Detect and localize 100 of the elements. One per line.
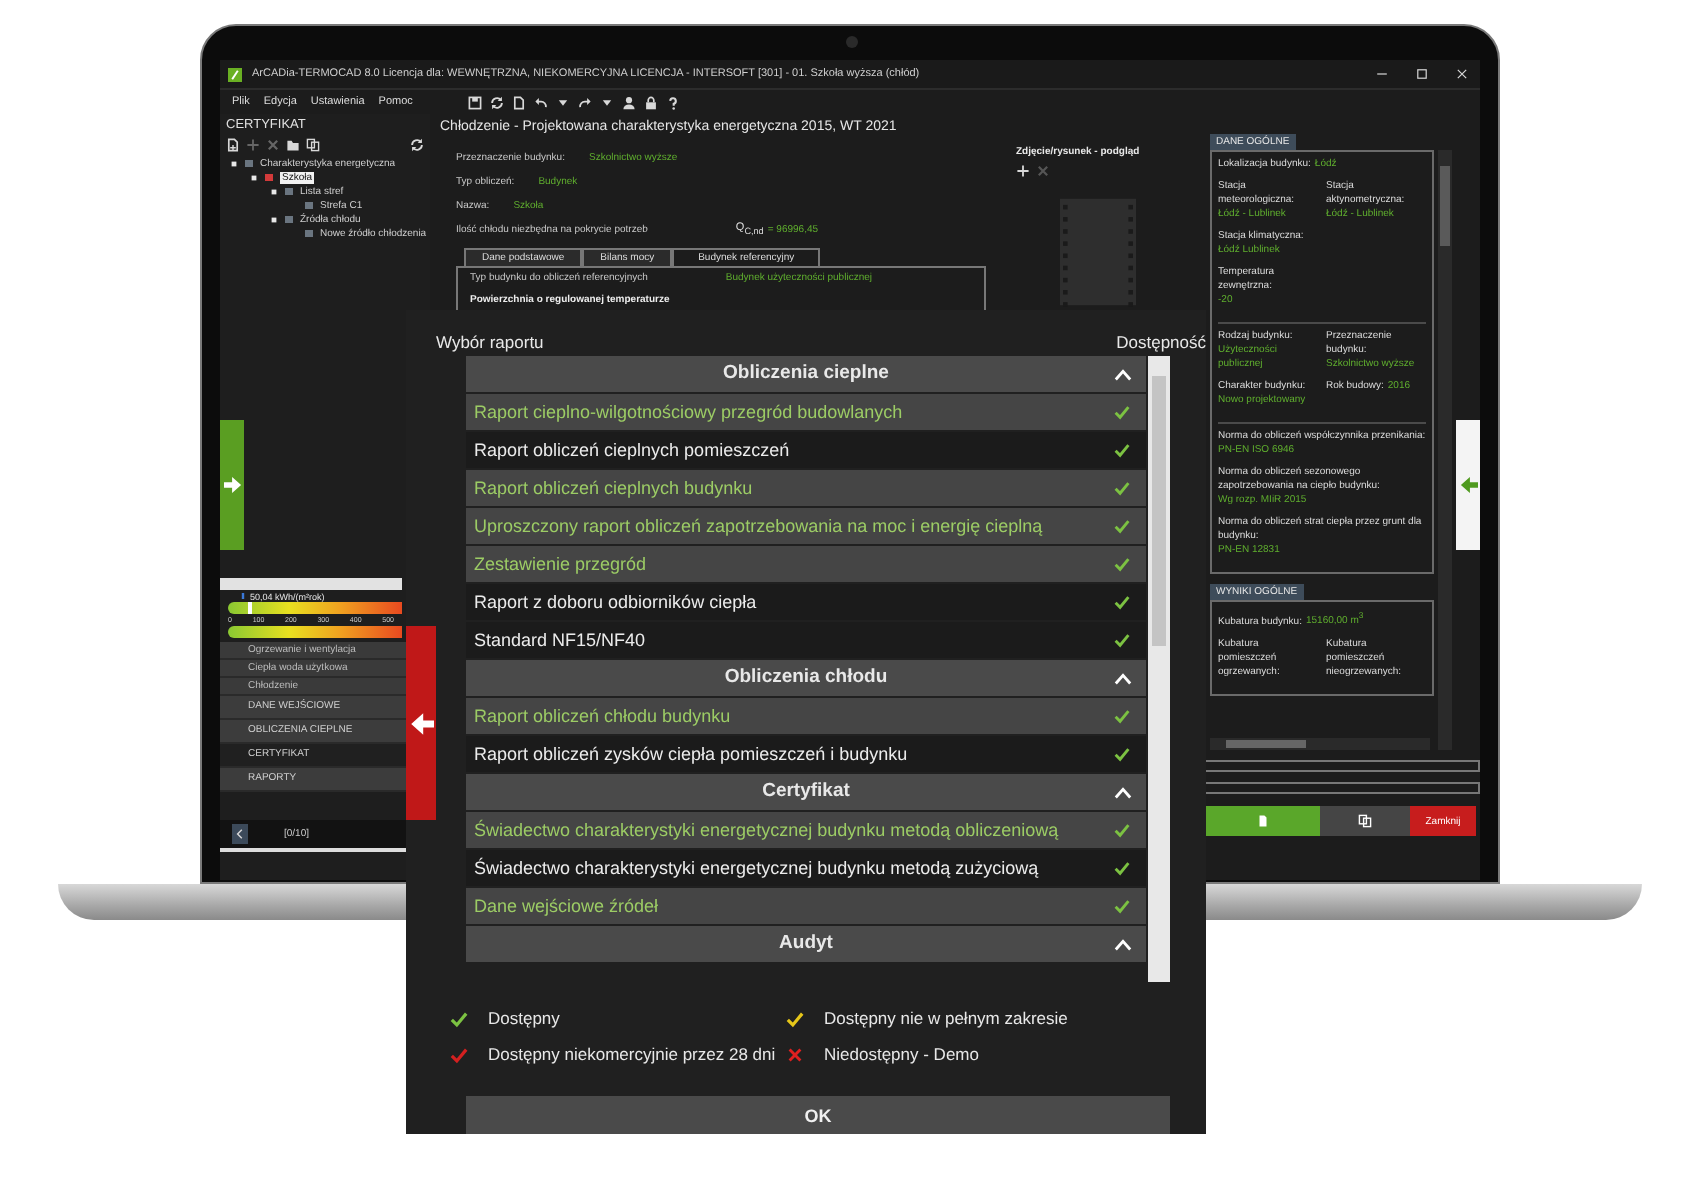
scrollbar-thumb[interactable] — [1440, 166, 1450, 246]
user-icon[interactable] — [622, 95, 636, 109]
chevron-icon[interactable] — [1114, 365, 1132, 384]
group-header[interactable]: Obliczenia cieplne — [466, 355, 1146, 392]
close-icon[interactable] — [1456, 68, 1468, 80]
report-name: Uproszczony raport obliczeń zapotrzebowania na moc i energię cieplną — [474, 515, 1043, 536]
node-icon — [304, 200, 314, 210]
legend-label: Dostępny nie w pełnym zakresie — [824, 1008, 1068, 1029]
refresh-icon[interactable] — [410, 138, 424, 152]
side-tab[interactable] — [406, 626, 436, 820]
export-button[interactable] — [1320, 806, 1410, 836]
chevron-icon[interactable] — [1114, 935, 1132, 954]
check-icon — [1114, 517, 1130, 534]
delete-icon[interactable] — [266, 138, 280, 152]
undo-icon[interactable] — [534, 95, 548, 109]
document-icon[interactable] — [512, 95, 526, 109]
tree-toggle[interactable] — [270, 187, 278, 195]
legend-label: Dostępny niekomercyjnie przez 28 dni — [488, 1044, 776, 1065]
report-row[interactable]: Dane wejściowe źródeł — [466, 887, 1146, 924]
save-icon[interactable] — [468, 95, 482, 109]
refresh-icon[interactable] — [490, 95, 504, 109]
check-icon — [1114, 821, 1130, 838]
check-icon — [1114, 593, 1130, 610]
node-icon — [284, 214, 294, 224]
group-header[interactable]: Audyt — [466, 925, 1146, 962]
report-name: Raport obliczeń zysków ciepła pomieszczeń i budynku — [474, 743, 908, 764]
report-row[interactable]: Standard NF15/NF40 — [466, 621, 1146, 658]
report-name: Raport obliczeń chłodu budynku — [474, 705, 731, 726]
tree-toggle[interactable] — [250, 173, 258, 181]
report-row[interactable]: Świadectwo charakterystyki energetycznej budynku metodą zużyciową — [466, 849, 1146, 886]
arrow-left-icon — [1459, 476, 1477, 494]
document-icon — [1256, 814, 1270, 828]
check-icon — [1114, 707, 1130, 724]
report-name: Świadectwo charakterystyki energetycznej budynku metodą obliczeniową — [474, 819, 1059, 840]
scrollbar-thumb[interactable] — [1152, 375, 1166, 646]
legend-label: Niedostępny - Demo — [824, 1044, 979, 1065]
group-header[interactable]: Obliczenia chłodu — [466, 659, 1146, 696]
ok-button[interactable]: OK — [466, 1096, 1170, 1134]
report-name: Raport z doboru odbiorników ciepła — [474, 591, 757, 612]
tree-toggle[interactable] — [230, 159, 238, 167]
previous-button[interactable] — [232, 824, 248, 844]
help-icon[interactable] — [666, 95, 680, 109]
check-icon — [1114, 479, 1130, 496]
group-title: Obliczenia chłodu — [724, 666, 888, 689]
node-icon — [244, 158, 254, 168]
column-header: Dostępność — [1116, 331, 1206, 352]
caret-icon[interactable] — [556, 95, 570, 109]
check-icon — [1114, 631, 1130, 648]
report-row[interactable]: Raport obliczeń cieplnych budynku — [466, 469, 1146, 506]
chevron-icon[interactable] — [1114, 783, 1132, 802]
report-name: Raport cieplno-wilgotnościowy przegród budowlanych — [474, 401, 903, 422]
group-title: Obliczenia cieplne — [723, 362, 889, 385]
scrollbar-thumb[interactable] — [1226, 740, 1306, 748]
arrow-right-icon — [223, 476, 241, 494]
node-icon — [304, 228, 314, 238]
tree-toggle[interactable] — [270, 215, 278, 223]
redo-icon[interactable] — [578, 95, 592, 109]
legend-label: Dostępny — [488, 1008, 560, 1029]
report-row[interactable]: Świadectwo charakterystyki energetycznej budynku metodą obliczeniową — [466, 811, 1146, 848]
caret-icon[interactable] — [600, 95, 614, 109]
check-icon — [1114, 403, 1130, 420]
document-icon — [1358, 814, 1372, 828]
marker-icon — [240, 590, 246, 602]
report-row[interactable]: Raport obliczeń zysków ciepła pomieszczeń i budynku — [466, 735, 1146, 772]
node-icon — [264, 172, 274, 182]
group-title: Audyt — [779, 932, 833, 955]
report-row[interactable]: Uproszczony raport obliczeń zapotrzebowania na moc i energię cieplną — [466, 507, 1146, 544]
group-title: Certyfikat — [762, 780, 850, 803]
app-logo-icon — [228, 67, 242, 81]
camera-dot — [846, 36, 858, 48]
report-row[interactable]: Raport cieplno-wilgotnościowy przegród budowlanych — [466, 393, 1146, 430]
lock-icon[interactable] — [644, 95, 658, 109]
folder-icon[interactable] — [286, 138, 300, 152]
report-name: Raport obliczeń cieplnych pomieszczeń — [474, 439, 790, 460]
report-name: Zestawienie przegród — [474, 553, 647, 574]
chevron-icon — [234, 828, 246, 840]
report-row[interactable]: Zestawienie przegród — [466, 545, 1146, 582]
report-name: Standard NF15/NF40 — [474, 629, 646, 650]
report-name: Dane wejściowe źródeł — [474, 895, 659, 916]
check-icon — [1114, 859, 1130, 876]
arrow-left-icon — [409, 711, 433, 735]
check-icon — [786, 1009, 804, 1028]
group-header[interactable]: Certyfikat — [466, 773, 1146, 810]
check-icon — [1114, 897, 1130, 914]
cross-icon — [786, 1045, 804, 1064]
side-tab[interactable] — [220, 420, 244, 550]
report-row[interactable]: Raport obliczeń chłodu budynku — [466, 697, 1146, 734]
new-document-icon[interactable] — [226, 138, 240, 152]
chevron-icon[interactable] — [1114, 669, 1132, 688]
minimize-icon[interactable] — [1376, 68, 1388, 80]
report-row[interactable]: Raport obliczeń cieplnych pomieszczeń — [466, 431, 1146, 468]
report-name: Świadectwo charakterystyki energetycznej budynku metodą zużyciową — [474, 857, 1039, 878]
report-name: Raport obliczeń cieplnych budynku — [474, 477, 753, 498]
dialog-title: Wybór raportu — [436, 331, 544, 352]
report-row[interactable]: Raport z doboru odbiorników ciepła — [466, 583, 1146, 620]
check-icon — [1114, 745, 1130, 762]
side-tab[interactable] — [1456, 420, 1480, 550]
maximize-icon[interactable] — [1416, 68, 1428, 80]
check-icon — [1114, 441, 1130, 458]
copy-icon[interactable] — [306, 138, 320, 152]
